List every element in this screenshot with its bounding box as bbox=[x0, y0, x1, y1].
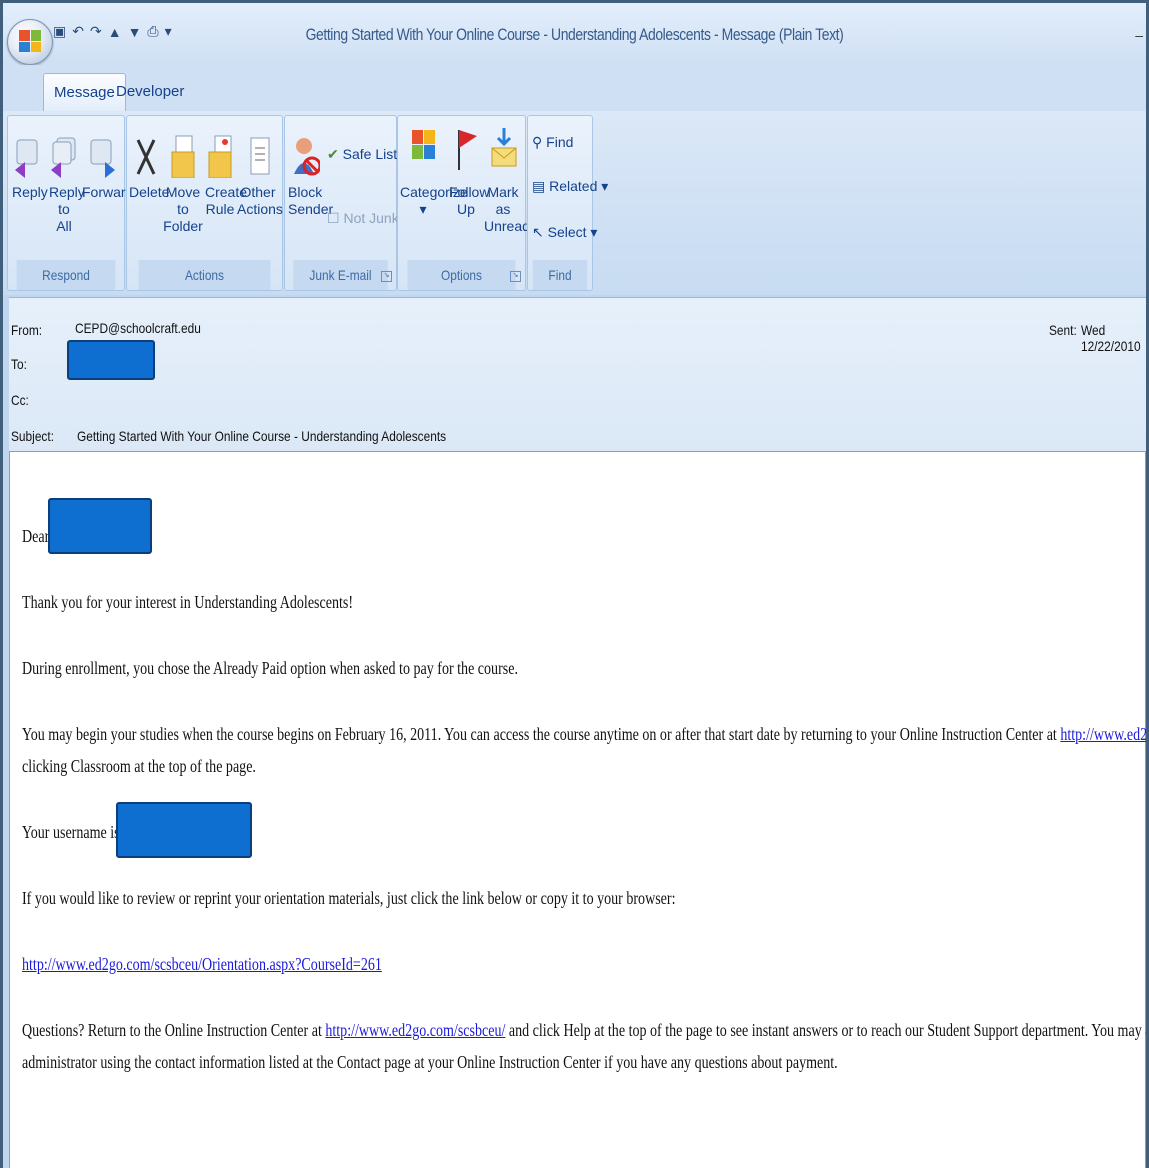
block-sender-button[interactable]: Block Sender bbox=[287, 134, 333, 218]
move-folder-icon bbox=[171, 135, 195, 178]
find-group-label: Find bbox=[532, 260, 588, 290]
tab-developer[interactable]: Developer bbox=[106, 73, 194, 110]
mark-unread-button[interactable]: Mark as Unread bbox=[484, 126, 530, 235]
body-paragraph-2: During enrollment, you chose the Already… bbox=[22, 658, 518, 678]
message-body[interactable]: Dear K Thank you for your interest in Un… bbox=[9, 451, 1146, 1168]
save-icon[interactable]: ▣ bbox=[53, 23, 66, 40]
respond-group-label: Respond bbox=[16, 260, 116, 290]
from-value[interactable]: CEPD@schoolcraft.edu bbox=[75, 320, 201, 336]
options-dialog-launcher-icon[interactable]: ↘ bbox=[510, 271, 521, 282]
mark-unread-icon bbox=[491, 128, 517, 167]
actions-group-label: Actions bbox=[138, 260, 271, 290]
minimize-button[interactable]: – bbox=[1135, 27, 1143, 43]
to-label: To: bbox=[11, 356, 27, 372]
office-button[interactable] bbox=[7, 19, 53, 65]
sent-value: Wed 12/22/2010 bbox=[1081, 322, 1141, 354]
options-group: Categorize ▾ Follow Up Mark as Unread Opt… bbox=[397, 115, 530, 291]
delete-icon bbox=[136, 139, 156, 175]
not-junk-button[interactable]: ☐ Not Junk bbox=[327, 210, 399, 227]
related-icon: ▤ bbox=[532, 178, 546, 194]
categorize-button[interactable]: Categorize ▾ bbox=[400, 126, 468, 218]
subject-label: Subject: bbox=[11, 428, 55, 444]
cursor-icon: ↖ bbox=[532, 224, 544, 240]
forward-button[interactable]: Forward bbox=[82, 134, 133, 201]
body-paragraph-3: You may begin your studies when the cour… bbox=[22, 724, 1146, 745]
delete-button[interactable]: Delete bbox=[129, 134, 169, 201]
username-line: Your username is bbox=[22, 822, 120, 842]
related-button[interactable]: ▤ Related ▾ bbox=[532, 178, 608, 195]
reply-button[interactable]: Reply bbox=[12, 134, 48, 201]
find-group: ⚲ Find ▤ Related ▾ ↖ Select ▾ Find bbox=[527, 115, 608, 291]
not-junk-icon: ☐ bbox=[327, 210, 340, 226]
other-actions-button[interactable]: Other Actions bbox=[237, 134, 283, 218]
categorize-icon bbox=[412, 130, 435, 159]
body-paragraph-3-cont: clicking Classroom at the top of the pag… bbox=[22, 756, 256, 776]
undo-icon[interactable]: ↶ bbox=[72, 23, 84, 40]
select-button[interactable]: ↖ Select ▾ bbox=[532, 224, 597, 241]
safe-lists-icon: ✔ bbox=[327, 146, 339, 162]
message-header: From: CEPD@schoolcraft.edu Sent: Wed 12/… bbox=[9, 297, 1146, 452]
body-paragraph-5: If you would like to review or reprint y… bbox=[22, 888, 676, 908]
from-label: From: bbox=[11, 322, 43, 338]
follow-up-flag-icon bbox=[458, 130, 477, 170]
cc-label: Cc: bbox=[11, 392, 29, 408]
help-instruction-center-link[interactable]: http://www.ed2go.com/scsbceu/ bbox=[325, 1020, 505, 1040]
ribbon: Reply Reply to All Forward Respond Delet… bbox=[3, 111, 1146, 295]
find-button[interactable]: ⚲ Find bbox=[532, 134, 573, 151]
actions-group: Delete Move to Folder Create Rule Other … bbox=[126, 115, 283, 291]
reply-icon bbox=[15, 139, 38, 178]
create-rule-icon bbox=[208, 135, 232, 178]
sent-label: Sent: bbox=[1049, 322, 1077, 338]
outlook-message-window: ▣ ↶ ↷ ▲ ▼ ⎙ ▾ Getting Started With Your … bbox=[3, 3, 1146, 1168]
window-title: Getting Started With Your Online Course … bbox=[305, 25, 844, 44]
junk-email-group: Block Sender ✔ Safe Lists ▾ ☐ Not Junk J… bbox=[284, 115, 415, 291]
binoculars-icon: ⚲ bbox=[532, 134, 543, 150]
instruction-center-link[interactable]: http://www.ed2go.com/scsbceu/ bbox=[1060, 724, 1146, 744]
forward-icon bbox=[90, 139, 115, 178]
follow-up-button[interactable]: Follow Up bbox=[448, 126, 489, 218]
body-paragraph-7-cont: administrator using the contact informat… bbox=[22, 1052, 838, 1072]
title-bar: ▣ ↶ ↷ ▲ ▼ ⎙ ▾ Getting Started With Your … bbox=[3, 3, 1146, 65]
redacted-recipient bbox=[67, 340, 155, 380]
orientation-link[interactable]: http://www.ed2go.com/scsbceu/Orientation… bbox=[22, 954, 382, 974]
body-paragraph-7: Questions? Return to the Online Instruct… bbox=[22, 1020, 1146, 1040]
redo-icon[interactable]: ↷ bbox=[90, 23, 102, 40]
reply-all-button[interactable]: Reply to All bbox=[46, 134, 85, 235]
block-sender-icon bbox=[294, 138, 320, 176]
reply-all-icon bbox=[51, 137, 76, 178]
junk-dialog-launcher-icon[interactable]: ↘ bbox=[381, 271, 392, 282]
junk-email-group-label: Junk E-mail bbox=[293, 260, 388, 290]
redacted-username bbox=[116, 802, 252, 858]
respond-group: Reply Reply to All Forward Respond bbox=[7, 115, 133, 291]
redacted-name bbox=[48, 498, 152, 554]
create-rule-button[interactable]: Create Rule bbox=[205, 134, 247, 218]
subject-value: Getting Started With Your Online Course … bbox=[77, 428, 447, 444]
orientation-link-line: http://www.ed2go.com/scsbceu/Orientation… bbox=[22, 954, 382, 975]
move-to-folder-button[interactable]: Move to Folder bbox=[163, 134, 203, 235]
body-paragraph-1: Thank you for your interest in Understan… bbox=[22, 592, 354, 612]
other-actions-icon bbox=[250, 137, 270, 175]
office-logo-icon bbox=[19, 30, 41, 52]
ribbon-tabs: Message Developer bbox=[3, 65, 1146, 112]
options-group-label: Options bbox=[407, 260, 516, 290]
